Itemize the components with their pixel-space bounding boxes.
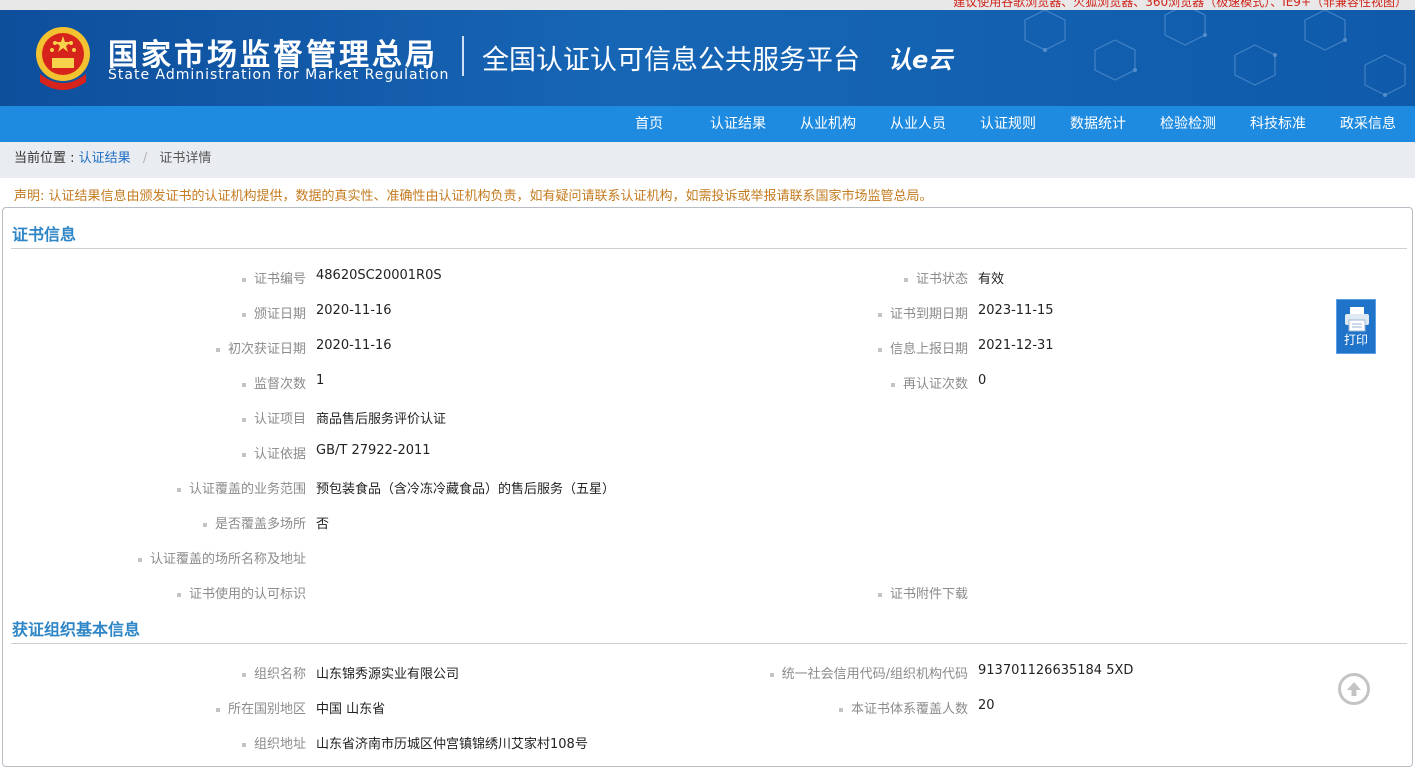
nav-item-cert-results[interactable]: 认证结果 (710, 106, 766, 142)
breadcrumb: 当前位置 : 认证结果 / 证书详情 (14, 142, 211, 176)
breadcrumb-current: 证书详情 (159, 151, 212, 166)
print-button-label: 打印 (1343, 333, 1368, 347)
field-label-project: 认证项目 (242, 408, 306, 427)
field-value-cert-no: 48620SC20001R0S (316, 268, 442, 283)
field-value-headcount: 20 (978, 698, 995, 713)
browser-notice-text: 建议使用谷歌浏览器、火狐浏览器、360浏览器（极速模式）、IE9+（非兼容性视图… (953, 0, 1407, 9)
platform-title: 全国认证认可信息公共服务平台 (482, 45, 860, 76)
field-value-org-name: 山东锦秀源实业有限公司 (316, 667, 460, 682)
hexagon-pattern-decoration (1024, 10, 1406, 97)
field-label-expire-date: 证书到期日期 (878, 303, 968, 322)
field-label-supervise-count: 监督次数 (242, 373, 306, 392)
breadcrumb-label: 当前位置 : (14, 151, 75, 166)
print-button[interactable]: 打印 (1336, 299, 1376, 354)
nav-item-statistics[interactable]: 数据统计 (1070, 106, 1126, 142)
field-label-attachment-download: 证书附件下载 (878, 583, 968, 602)
field-value-report-date: 2021-12-31 (978, 338, 1054, 353)
nav-item-institutions[interactable]: 从业机构 (800, 106, 856, 142)
field-label-basis: 认证依据 (242, 443, 306, 462)
field-value-scope: 预包装食品（含冷冻冷藏食品）的售后服务（五星） (316, 482, 616, 497)
field-value-multi-site: 否 (316, 517, 330, 532)
details-panel: 证书信息 证书编号 48620SC20001R0S 证书状态 有效 颁证日期 2… (2, 207, 1413, 767)
field-value-project: 商品售后服务评价认证 (316, 412, 447, 427)
nav-item-procurement[interactable]: 政采信息 (1340, 106, 1396, 142)
section-divider (11, 643, 1407, 644)
field-label-org-name: 组织名称 (242, 663, 306, 682)
field-value-issue-date: 2020-11-16 (316, 303, 392, 318)
section-title-org-info: 获证组织基本信息 (12, 620, 141, 639)
field-value-recert-count: 0 (978, 373, 987, 388)
field-label-cert-no: 证书编号 (242, 268, 306, 287)
org-name-en: State Administration for Market Regulati… (108, 67, 450, 83)
nav-item-standards[interactable]: 科技标准 (1250, 106, 1306, 142)
field-label-issue-date: 颁证日期 (242, 303, 306, 322)
field-value-basis: GB/T 27922-2011 (316, 443, 431, 458)
field-label-sites: 认证覆盖的场所名称及地址 (138, 548, 306, 567)
field-label-scope: 认证覆盖的业务范围 (177, 478, 306, 497)
field-label-multi-site: 是否覆盖多场所 (203, 513, 306, 532)
breadcrumb-separator: / (142, 151, 148, 166)
field-label-status: 证书状态 (904, 268, 968, 287)
field-value-expire-date: 2023-11-15 (978, 303, 1054, 318)
back-to-top-button[interactable] (1338, 673, 1370, 705)
disclaimer-notice: 声明: 认证结果信息由颁发证书的认证机构提供，数据的真实性、准确性由认证机构负责… (14, 189, 933, 204)
section-divider (11, 248, 1407, 249)
field-label-address: 组织地址 (242, 733, 306, 752)
field-label-credit-code: 统一社会信用代码/组织机构代码 (770, 663, 968, 682)
arrow-up-circle-icon (1347, 682, 1361, 696)
nav-item-home[interactable]: 首页 (635, 106, 663, 142)
nav-item-inspection[interactable]: 检验检测 (1160, 106, 1216, 142)
section-title-cert-info: 证书信息 (12, 225, 77, 244)
breadcrumb-bar: 当前位置 : 认证结果 / 证书详情 (0, 142, 1415, 178)
breadcrumb-link-cert-results[interactable]: 认证结果 (79, 151, 131, 166)
field-label-report-date: 信息上报日期 (878, 338, 968, 357)
field-value-region: 中国 山东省 (316, 702, 386, 717)
site-header: 国家市场监督管理总局 State Administration for Mark… (0, 10, 1415, 106)
field-label-accreditation-mark: 证书使用的认可标识 (177, 583, 306, 602)
field-label-headcount: 本证书体系覆盖人数 (839, 698, 968, 717)
field-value-status: 有效 (978, 272, 1005, 287)
field-value-first-date: 2020-11-16 (316, 338, 392, 353)
field-label-recert-count: 再认证次数 (891, 373, 968, 392)
field-value-address: 山东省济南市历城区仲宫镇锦绣川艾家村108号 (316, 737, 588, 752)
field-value-supervise-count: 1 (316, 373, 325, 388)
field-label-region: 所在国别地区 (216, 698, 306, 717)
nav-item-personnel[interactable]: 从业人员 (890, 106, 946, 142)
renyun-logo: 认e云 (888, 46, 953, 74)
main-nav: 首页 认证结果 从业机构 从业人员 认证规则 数据统计 检验检测 科技标准 政采… (0, 106, 1415, 142)
national-emblem-icon (36, 27, 90, 90)
header-divider (462, 36, 464, 76)
field-label-first-date: 初次获证日期 (216, 338, 306, 357)
nav-item-rules[interactable]: 认证规则 (980, 106, 1036, 142)
field-value-credit-code: 913701126635184 5XD (978, 663, 1134, 678)
printer-icon (1345, 307, 1369, 332)
browser-notice: 建议使用谷歌浏览器、火狐浏览器、360浏览器（极速模式）、IE9+（非兼容性视图… (0, 0, 1415, 10)
